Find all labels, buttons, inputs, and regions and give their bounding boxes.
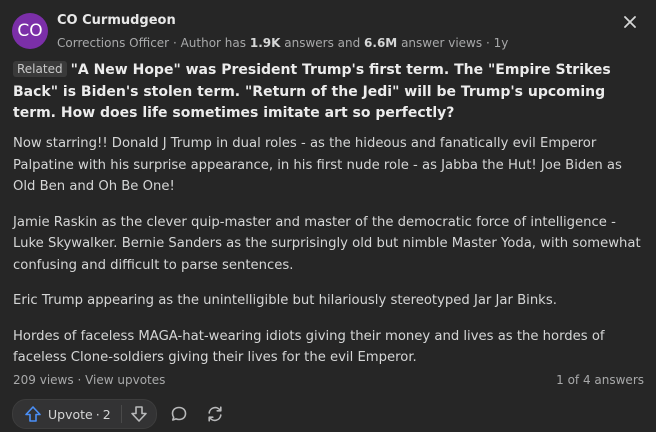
upvote-count: 2 — [102, 406, 111, 422]
answer-paragraph: Jamie Raskin as the clever quip-master a… — [13, 214, 641, 273]
answers-count: 1.9K — [249, 36, 281, 50]
author-name[interactable]: CO Curmudgeon — [57, 12, 508, 30]
author-has-prefix: Author has — [180, 36, 247, 50]
related-badge: Related — [13, 61, 67, 77]
view-count: 209 views — [13, 373, 74, 387]
author-header: CO CO Curmudgeon Corrections Officer · A… — [12, 10, 508, 52]
avatar[interactable]: CO — [12, 13, 48, 49]
answer-position: 1 of 4 answers — [556, 373, 644, 387]
meta-separator: · — [485, 36, 494, 50]
views-label: answer views — [401, 36, 483, 50]
meta-separator: · — [172, 36, 181, 50]
answer-paragraph: Now starring!! Donald J Trump in dual ro… — [13, 136, 622, 194]
share-button[interactable] — [201, 400, 229, 428]
views-count: 6.6M — [364, 36, 398, 50]
author-info: CO Curmudgeon Corrections Officer · Auth… — [57, 10, 508, 52]
comment-button[interactable] — [165, 400, 193, 428]
vote-group: Upvote · 2 — [12, 399, 157, 429]
answer-paragraph: Hordes of faceless MAGA-hat-wearing idio… — [13, 328, 605, 366]
comment-bubble-icon — [171, 406, 186, 421]
question-title[interactable]: Related "A New Hope" was President Trump'… — [13, 60, 643, 125]
answer-age[interactable]: 1y — [494, 36, 509, 50]
close-button[interactable] — [620, 12, 640, 32]
upvote-button[interactable]: Upvote · 2 — [13, 400, 121, 428]
arrow-up-icon — [25, 406, 41, 422]
action-bar: Upvote · 2 — [12, 399, 229, 429]
arrow-down-icon — [130, 406, 147, 422]
answer-body: Now starring!! Donald J Trump in dual ro… — [13, 133, 647, 383]
downvote-button[interactable] — [122, 400, 156, 428]
author-credential[interactable]: Corrections Officer — [57, 36, 169, 50]
answer-paragraph: Eric Trump appearing as the unintelligib… — [13, 293, 557, 308]
share-refresh-icon — [208, 406, 222, 422]
answers-label: answers and — [284, 36, 361, 50]
author-meta: Corrections Officer · Author has 1.9K an… — [57, 34, 508, 52]
upvote-separator: · — [95, 406, 100, 422]
stats-separator: · — [77, 373, 82, 387]
close-icon — [624, 16, 636, 28]
question-text[interactable]: "A New Hope" was President Trump's first… — [13, 62, 611, 121]
view-upvotes-link[interactable]: View upvotes — [85, 373, 165, 387]
answer-card: CO CO Curmudgeon Corrections Officer · A… — [0, 0, 656, 432]
answer-stats: 209 views · View upvotes — [13, 373, 165, 387]
upvote-label: Upvote — [48, 406, 93, 422]
